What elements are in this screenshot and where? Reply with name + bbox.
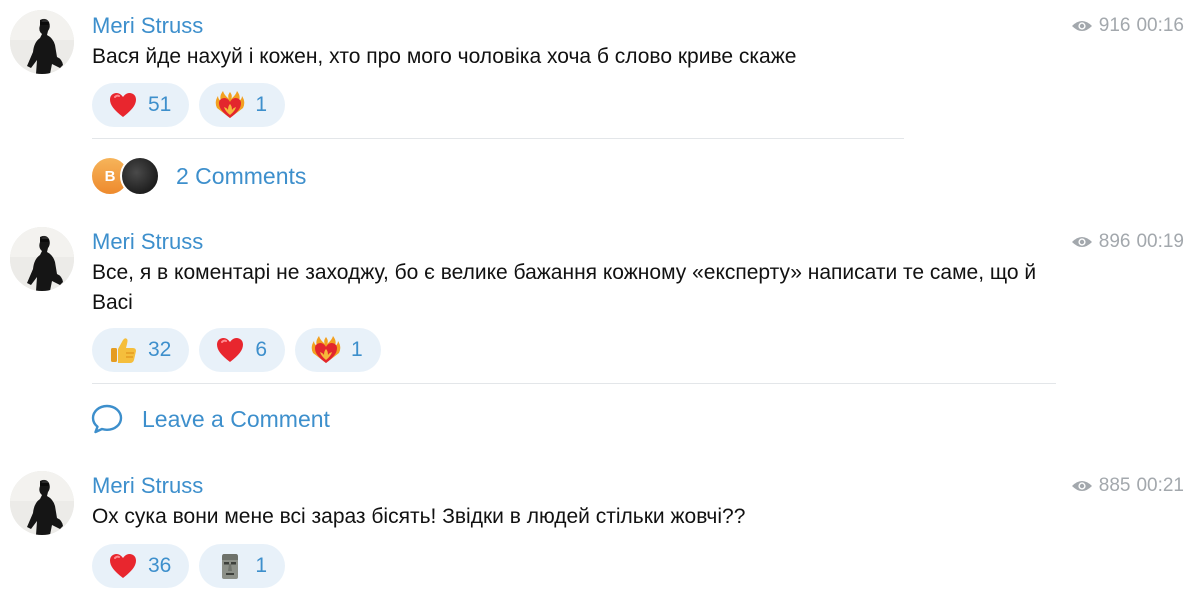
post-text: Ох сука вони мене всі зараз бісять! Звід… [92,505,746,528]
reaction-heart[interactable]: 36 [92,544,190,588]
reaction-count: 32 [148,338,172,361]
post-text: Вася йде нахуй і кожен, хто про мого чол… [92,45,797,68]
author-avatar[interactable] [10,227,74,291]
eye-icon [1071,19,1093,33]
comments-label: 2 Comments [176,162,307,189]
author-avatar[interactable] [10,10,74,74]
reaction-count: 1 [255,93,268,116]
reactions-bar: 36 1 [92,544,286,588]
view-count: 885 [1098,475,1131,496]
divider [92,383,1056,384]
post-meta: 896 00:19 [1071,229,1184,255]
reactions-bar: 32 6 1 [92,328,381,372]
author-name[interactable]: Meri Struss [92,13,203,39]
reaction-count: 6 [255,338,268,361]
moai-icon [215,551,245,581]
reaction-count: 1 [351,338,363,361]
comment-bubble-icon [90,403,124,435]
post-time: 00:16 [1136,15,1184,36]
red-heart-icon [108,551,138,581]
reaction-heart-on-fire[interactable]: 1 [199,83,286,127]
reaction-count: 1 [255,554,268,577]
comments-button[interactable]: B 2 Comments [90,156,306,196]
thumbs-up-icon [108,335,138,365]
post-time: 00:21 [1136,475,1184,496]
leave-comment-button[interactable]: Leave a Comment [90,403,330,435]
author-name[interactable]: Meri Struss [92,473,203,499]
post-meta: 885 00:21 [1071,473,1184,499]
reaction-heart-on-fire[interactable]: 1 [295,328,381,372]
red-heart-icon [215,335,245,365]
view-count: 896 [1098,231,1131,252]
divider [92,138,904,139]
reaction-count: 36 [148,554,172,577]
post-text: Все, я в коментарі не заходжу, бо є вели… [92,261,1037,314]
heart-on-fire-icon [311,335,341,365]
red-heart-icon [108,90,138,120]
post-time: 00:19 [1136,231,1184,252]
reaction-heart[interactable]: 51 [92,83,190,127]
leave-comment-label: Leave a Comment [142,405,330,432]
reaction-moai[interactable]: 1 [199,544,286,588]
author-avatar[interactable] [10,471,74,535]
author-name[interactable]: Meri Struss [92,229,203,255]
commenter-avatar [120,156,160,196]
reaction-count: 51 [148,93,172,116]
post-meta: 916 00:16 [1071,13,1184,39]
view-count: 916 [1098,15,1131,36]
reaction-thumbs-up[interactable]: 32 [92,328,190,372]
reaction-heart[interactable]: 6 [199,328,286,372]
eye-icon [1071,479,1093,493]
eye-icon [1071,235,1093,249]
reactions-bar: 51 1 [92,83,286,127]
heart-on-fire-icon [215,90,245,120]
